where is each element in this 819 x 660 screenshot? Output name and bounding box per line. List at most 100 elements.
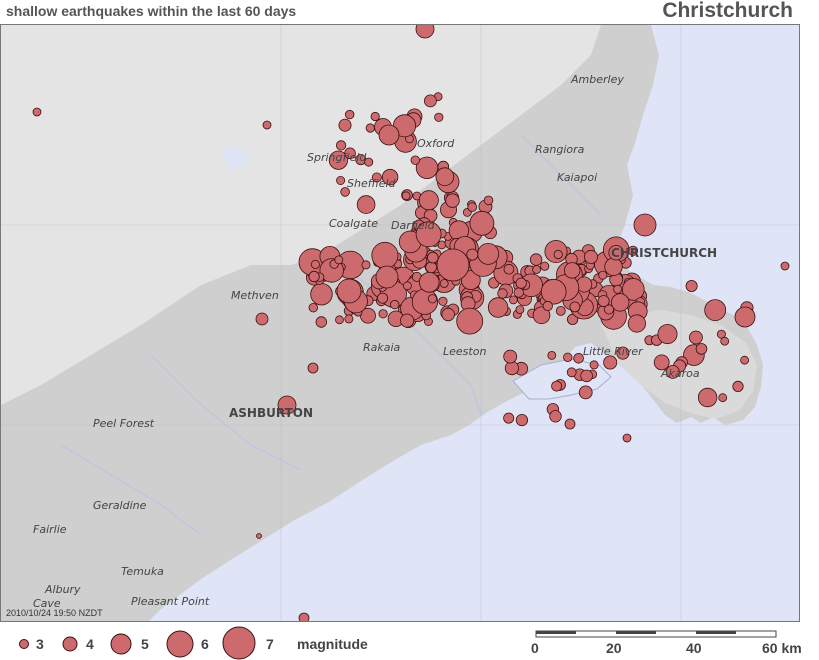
- earthquake-marker: [370, 111, 380, 122]
- place-label-ashburton: ASHBURTON: [229, 406, 313, 420]
- timestamp: 2010/10/24 19:50 NZDT: [6, 608, 103, 618]
- earthquake-marker: [308, 270, 320, 283]
- earthquake-marker: [365, 123, 375, 133]
- map-subtitle: shallow earthquakes within the last 60 d…: [6, 3, 297, 19]
- place-label-albury: Albury: [44, 583, 81, 596]
- place-label-coalgate: Coalgate: [329, 217, 378, 230]
- earthquake-marker: [529, 253, 543, 266]
- earthquake-marker: [598, 270, 608, 280]
- earthquake-marker: [435, 167, 455, 187]
- earthquake-marker: [695, 343, 708, 355]
- earthquake-marker: [613, 284, 623, 294]
- earthquake-marker: [310, 259, 320, 269]
- map-panel[interactable]: Amberley Oxford Rangiora Springfield She…: [0, 24, 800, 622]
- earthquake-marker: [466, 248, 479, 261]
- earthquake-marker: [423, 94, 437, 108]
- earthquake-marker: [377, 292, 389, 304]
- legend-label-m5: 5: [141, 636, 149, 652]
- earthquake-marker: [622, 433, 632, 443]
- legend-label-m3: 3: [36, 636, 44, 652]
- earthquake-marker: [704, 299, 727, 322]
- earthquake-marker: [434, 112, 444, 122]
- legend: 3 4 5 6 7 magnitude 0 20 40 60 km: [0, 624, 819, 660]
- earthquake-marker: [563, 352, 573, 363]
- earthquake-marker: [344, 314, 354, 324]
- earthquake-marker: [436, 248, 470, 282]
- map-header: shallow earthquakes within the last 60 d…: [0, 0, 819, 24]
- scale-bar: [535, 630, 777, 638]
- earthquake-marker: [542, 300, 553, 312]
- earthquake-marker: [438, 296, 448, 306]
- scale-label-20: 20: [606, 640, 622, 656]
- earthquake-marker: [371, 241, 399, 269]
- legend-symbols: [19, 626, 256, 660]
- earthquake-marker: [566, 367, 577, 378]
- earthquake-marker: [410, 155, 421, 165]
- place-label-peel-forest: Peel Forest: [93, 417, 155, 430]
- earthquake-marker: [335, 315, 344, 325]
- place-label-amberley: Amberley: [570, 73, 624, 86]
- earthquake-marker: [334, 255, 344, 265]
- earthquake-marker: [426, 251, 439, 264]
- earthquake-marker: [555, 305, 566, 316]
- earthquake-marker: [477, 242, 500, 265]
- earthquake-marker: [441, 307, 455, 322]
- place-label-sheffield: Sheffield: [347, 177, 397, 190]
- map-canvas[interactable]: Amberley Oxford Rangiora Springfield She…: [1, 25, 799, 621]
- earthquake-marker: [390, 299, 400, 310]
- earthquake-marker: [569, 301, 581, 313]
- earthquake-marker: [439, 279, 449, 288]
- earthquake-marker: [720, 336, 730, 346]
- earthquake-marker: [515, 413, 529, 427]
- earthquake-marker: [315, 316, 328, 328]
- earthquake-marker: [336, 175, 346, 185]
- earthquake-marker: [604, 304, 615, 315]
- place-label-leeston: Leeston: [443, 345, 486, 358]
- place-label-christchurch: CHRISTCHURCH: [611, 246, 717, 260]
- legend-label-m6: 6: [201, 636, 209, 652]
- place-label-akaroa: Akaroa: [660, 367, 700, 380]
- earthquake-marker: [532, 265, 541, 274]
- earthquake-marker: [356, 195, 376, 214]
- earthquake-marker: [375, 265, 399, 289]
- earthquake-marker: [549, 410, 562, 423]
- place-label-methven: Methven: [231, 289, 279, 302]
- earthquake-marker: [504, 360, 519, 376]
- scale-label-40: 40: [686, 640, 702, 656]
- earthquake-marker: [378, 124, 400, 146]
- earthquake-marker: [697, 387, 718, 408]
- legend-magnitude-label: magnitude: [297, 636, 368, 652]
- earthquake-marker: [633, 213, 657, 237]
- place-label-pleasant-point: Pleasant Point: [131, 595, 210, 608]
- earthquake-marker: [515, 277, 527, 289]
- earthquake-marker: [540, 261, 550, 271]
- earthquake-marker: [483, 195, 494, 206]
- earthquake-marker: [540, 278, 567, 305]
- legend-circle-m6: [166, 630, 194, 658]
- earthquake-marker: [487, 297, 509, 318]
- earthquake-marker: [578, 385, 593, 400]
- earthquake-marker: [445, 193, 460, 208]
- earthquake-marker: [564, 262, 581, 279]
- earthquake-marker: [335, 140, 347, 151]
- earthquake-marker: [604, 257, 623, 277]
- earthquake-marker: [467, 202, 478, 212]
- earthquake-marker: [345, 109, 355, 120]
- place-label-rangiora: Rangiora: [535, 143, 585, 156]
- earthquake-marker: [425, 261, 438, 274]
- earthquake-marker: [740, 355, 749, 365]
- place-label-rakaia: Rakaia: [363, 341, 401, 354]
- legend-circle-m3: [19, 639, 29, 649]
- earthquake-marker: [580, 369, 593, 383]
- place-label-oxford: Oxford: [417, 137, 455, 150]
- earthquake-marker: [298, 612, 310, 621]
- earthquake-marker: [551, 380, 562, 392]
- earthquake-marker: [627, 314, 647, 333]
- legend-circle-m4: [62, 636, 78, 652]
- earthquake-marker: [256, 533, 262, 539]
- earthquake-marker: [456, 307, 484, 335]
- earthquake-marker: [564, 418, 576, 430]
- earthquake-marker: [469, 210, 495, 236]
- earthquake-marker: [338, 118, 352, 132]
- earthquake-marker: [255, 312, 269, 326]
